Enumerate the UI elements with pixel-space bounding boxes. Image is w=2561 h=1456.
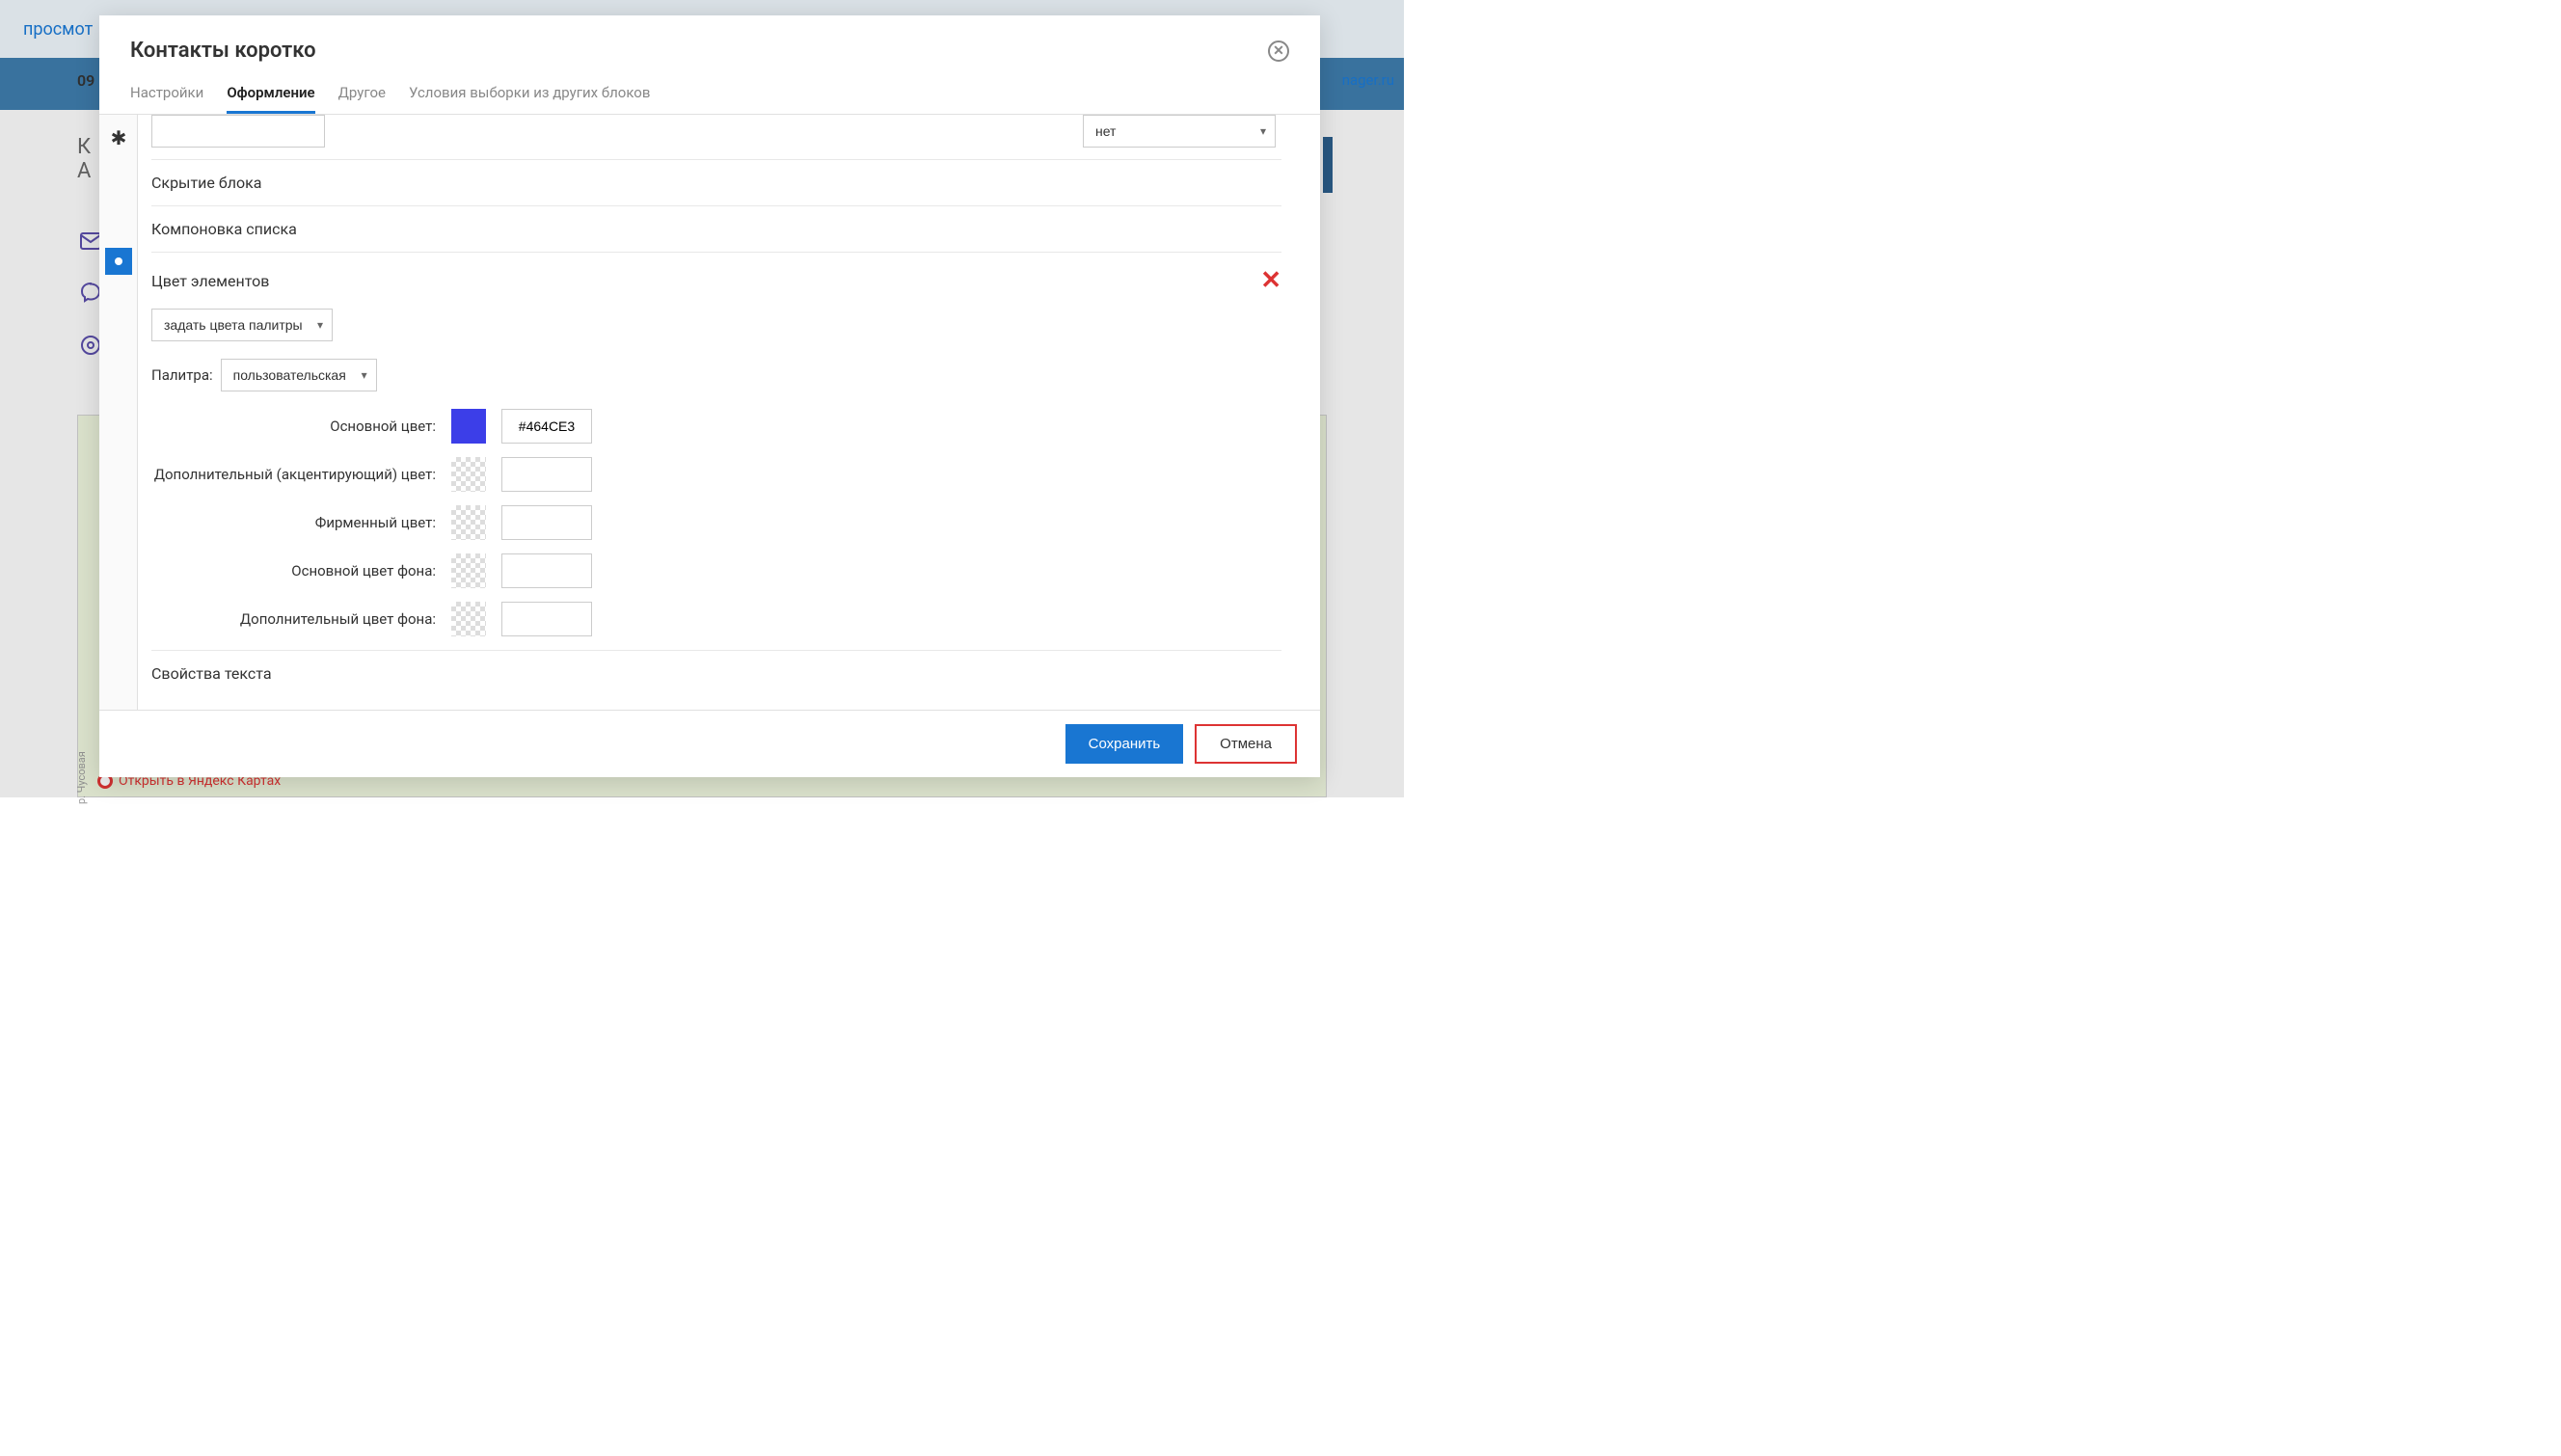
top-row: нет — [151, 115, 1281, 160]
color-grid: Основной цвет: Дополнительный (акцентиру… — [151, 409, 1281, 636]
section-list-layout[interactable]: Компоновка списка — [151, 206, 1281, 253]
color-label-brand: Фирменный цвет: — [151, 514, 436, 531]
rail-star-icon: ✱ — [105, 124, 132, 151]
section-colors-title: Цвет элементов — [151, 272, 269, 290]
color-input-main[interactable] — [501, 409, 592, 444]
section-text-props-title: Свойства текста — [151, 664, 1281, 683]
swatch-bg-main[interactable] — [451, 553, 486, 588]
color-line-main: Основной цвет: — [151, 409, 1281, 444]
color-line-brand: Фирменный цвет: — [151, 505, 1281, 540]
left-rail: ✱ — [99, 115, 138, 710]
tab-other[interactable]: Другое — [338, 74, 386, 114]
modal-tabs: Настройки Оформление Другое Условия выбо… — [99, 74, 1320, 115]
color-label-bg-extra: Дополнительный цвет фона: — [151, 610, 436, 628]
color-input-bg-main[interactable] — [501, 553, 592, 588]
tab-conditions[interactable]: Условия выборки из других блоков — [409, 74, 650, 114]
top-right-select[interactable]: нет — [1083, 115, 1276, 148]
section-layout-title: Компоновка списка — [151, 220, 1281, 238]
cancel-button[interactable]: Отмена — [1195, 724, 1297, 764]
color-line-bg-extra: Дополнительный цвет фона: — [151, 602, 1281, 636]
modal-header: Контакты коротко ✕ — [99, 15, 1320, 74]
color-label-bg-main: Основной цвет фона: — [151, 562, 436, 580]
color-label-accent: Дополнительный (акцентирующий) цвет: — [151, 466, 436, 483]
section-element-colors: Цвет элементов ✕ задать цвета палитры Па… — [151, 253, 1281, 651]
modal-footer: Сохранить Отмена — [99, 710, 1320, 777]
delete-color-section[interactable]: ✕ — [1260, 266, 1281, 295]
tab-design[interactable]: Оформление — [227, 74, 314, 114]
palette-label: Палитра: — [151, 366, 213, 384]
swatch-main[interactable] — [451, 409, 486, 444]
swatch-bg-extra[interactable] — [451, 602, 486, 636]
color-label-main: Основной цвет: — [151, 418, 436, 435]
rail-dot-icon — [105, 248, 132, 275]
section-hide-block[interactable]: Скрытие блока — [151, 160, 1281, 206]
color-section-header: Цвет элементов ✕ — [151, 266, 1281, 295]
section-hide-title: Скрытие блока — [151, 174, 1281, 192]
palette-select[interactable]: пользовательская — [221, 359, 377, 391]
swatch-brand[interactable] — [451, 505, 486, 540]
color-input-brand[interactable] — [501, 505, 592, 540]
color-line-bg-main: Основной цвет фона: — [151, 553, 1281, 588]
color-input-accent[interactable] — [501, 457, 592, 492]
swatch-accent[interactable] — [451, 457, 486, 492]
tab-settings[interactable]: Настройки — [130, 74, 203, 114]
color-input-bg-extra[interactable] — [501, 602, 592, 636]
close-button[interactable]: ✕ — [1268, 40, 1289, 62]
color-section-body: задать цвета палитры Палитра: пользовате… — [151, 295, 1281, 636]
modal-title: Контакты коротко — [130, 39, 316, 63]
color-mode-select-wrap: задать цвета палитры — [151, 309, 333, 341]
modal-content: нет Скрытие блока Компоновка списка Цвет… — [138, 115, 1320, 710]
palette-row: Палитра: пользовательская — [151, 359, 1281, 391]
modal-body: ✱ нет Скрытие блока Компоновка списк — [99, 115, 1320, 710]
color-line-accent: Дополнительный (акцентирующий) цвет: — [151, 457, 1281, 492]
color-mode-select[interactable]: задать цвета палитры — [151, 309, 333, 341]
section-text-props[interactable]: Свойства текста — [151, 651, 1281, 696]
width-input[interactable] — [151, 115, 325, 148]
modal: Контакты коротко ✕ Настройки Оформление … — [99, 15, 1320, 777]
palette-select-wrap: пользовательская — [221, 359, 377, 391]
save-button[interactable]: Сохранить — [1065, 724, 1184, 764]
top-right-select-wrap: нет — [1083, 115, 1276, 148]
